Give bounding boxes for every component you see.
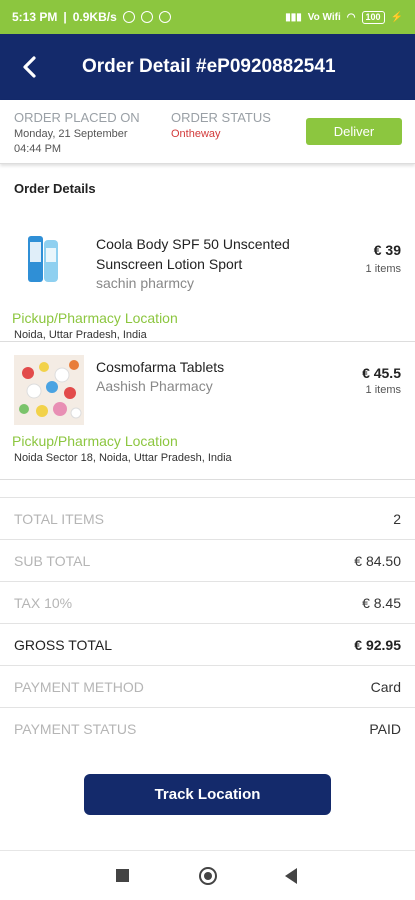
summary-label: PAYMENT METHOD [14, 678, 144, 695]
status-bar: 5:13 PM | 0.9KB/s ▮▮▮ Vo Wifi ◠ 100 ⚡ [0, 0, 415, 34]
product-image [14, 228, 76, 290]
back-arrow-icon [23, 56, 36, 78]
system-nav-bar [0, 850, 415, 900]
pickup-location: Noida Sector 18, Noida, Uttar Pradesh, I… [14, 452, 232, 464]
track-location-button[interactable]: Track Location [84, 774, 331, 815]
nav-back-icon[interactable] [285, 868, 297, 884]
summary-label: TAX 10% [14, 594, 73, 611]
summary-label: GROSS TOTAL [14, 636, 113, 653]
summary-value: PAID [369, 720, 401, 737]
app-icon [158, 11, 171, 23]
summary-value: € 8.45 [362, 594, 401, 611]
wifi-icon: ◠ [346, 11, 356, 23]
back-button[interactable] [0, 34, 60, 100]
pickup-location-label: Pickup/Pharmacy Location [12, 433, 178, 449]
order-status-value: Ontheway [171, 128, 221, 140]
status-time: 5:13 PM [12, 10, 58, 24]
order-placed-time: 04:44 PM [14, 143, 62, 155]
battery-icon: 100 [361, 10, 385, 24]
charging-icon: ⚡ [390, 11, 403, 23]
product-name: Cosmofarma Tablets [96, 359, 225, 375]
order-details-heading: Order Details [14, 181, 96, 196]
summary-row-sub-total: SUB TOTAL € 84.50 [0, 539, 415, 581]
app-bar: Order Detail #eP0920882541 [0, 34, 415, 100]
order-placed-date: Monday, 21 September [14, 128, 128, 140]
item-price: € 39 [373, 242, 401, 258]
summary-label: SUB TOTAL [14, 552, 91, 569]
order-item[interactable]: Coola Body SPF 50 Unscented Sunscreen Lo… [0, 208, 415, 342]
order-item[interactable]: Cosmofarma Tablets Aashish Pharmacy € 45… [0, 342, 415, 480]
summary-row-gross-total: GROSS TOTAL € 92.95 [0, 623, 415, 665]
order-placed-label: ORDER PLACED ON [14, 110, 140, 125]
order-meta: ORDER PLACED ON Monday, 21 September 04:… [0, 100, 415, 164]
signal-icon: ▮▮▮ [285, 11, 302, 23]
summary-value: € 92.95 [354, 636, 401, 653]
pickup-location: Noida, Uttar Pradesh, India [14, 329, 147, 341]
summary-value: Card [370, 678, 401, 695]
summary-row-total-items: TOTAL ITEMS 2 [0, 497, 415, 539]
item-quantity: 1 items [365, 263, 401, 275]
pickup-location-label: Pickup/Pharmacy Location [12, 310, 178, 326]
summary-label: PAYMENT STATUS [14, 720, 137, 737]
summary-value: 2 [393, 510, 401, 527]
summary-row-payment-status: PAYMENT STATUS PAID [0, 707, 415, 749]
notification-icon [122, 11, 135, 23]
deliver-button[interactable]: Deliver [306, 118, 402, 145]
pharmacy-name: sachin pharmcy [96, 275, 195, 291]
pharmacy-name: Aashish Pharmacy [96, 378, 213, 394]
order-status-label: ORDER STATUS [171, 110, 271, 125]
product-image [14, 355, 84, 425]
item-price: € 45.5 [362, 365, 401, 381]
summary-row-payment-method: PAYMENT METHOD Card [0, 665, 415, 707]
sync-icon [140, 11, 153, 23]
product-name: Coola Body SPF 50 Unscented Sunscreen Lo… [96, 236, 290, 272]
item-quantity: 1 items [365, 384, 401, 396]
summary-label: TOTAL ITEMS [14, 510, 104, 527]
summary-value: € 84.50 [354, 552, 401, 569]
vowifi-label: Vo Wifi [307, 11, 341, 23]
summary-row-tax: TAX 10% € 8.45 [0, 581, 415, 623]
page-title: Order Detail #eP0920882541 [82, 56, 336, 77]
home-icon[interactable] [199, 867, 217, 885]
recent-apps-icon[interactable] [116, 869, 129, 882]
network-speed: 0.9KB/s [72, 10, 117, 24]
order-summary: TOTAL ITEMS 2 SUB TOTAL € 84.50 TAX 10% … [0, 497, 415, 749]
